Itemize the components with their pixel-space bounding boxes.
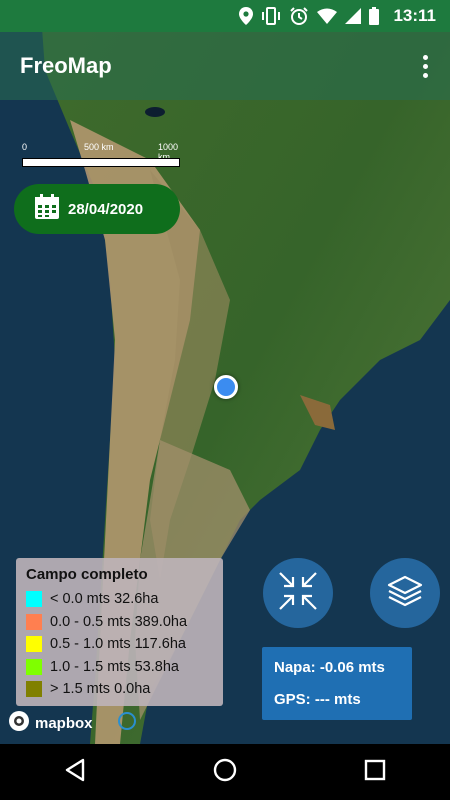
recents-button[interactable] [345,750,405,794]
legend-item-label: 0.5 - 1.0 mts 117.6ha [50,636,186,653]
collapse-arrows-icon [276,569,320,618]
legend-item: 0.5 - 1.0 mts 117.6ha [26,633,213,656]
depth-readout-panel: Napa: -0.06 mts GPS: --- mts [262,647,412,720]
layers-icon [385,573,425,614]
overflow-menu-icon[interactable] [420,54,430,78]
calendar-icon [34,194,60,224]
legend-item: 1.0 - 1.5 mts 53.8ha [26,656,213,679]
legend-swatch [26,681,42,698]
alarm-icon [289,6,309,26]
wifi-icon [317,8,338,24]
legend-item: > 1.5 mts 0.0ha [26,678,213,701]
home-button[interactable] [195,750,255,794]
legend-item: 0.0 - 0.5 mts 389.0ha [26,611,213,634]
legend-item-label: 1.0 - 1.5 mts 53.8ha [50,658,179,675]
scale-bar: 0 500 km 1000 km [22,142,182,172]
legend-title: Campo completo [26,566,148,583]
user-location-marker [214,375,238,399]
legend-swatch [26,636,42,653]
legend-item-label: 0.0 - 0.5 mts 389.0ha [50,613,188,630]
app-bar: FreoMap [0,32,450,100]
status-bar: 13:11 [0,0,450,32]
collapse-button[interactable] [263,558,333,628]
legend-swatch [26,591,42,608]
legend-swatch [26,658,42,675]
scale-label: 500 km [84,142,114,152]
legend-item-label: < 0.0 mts 32.6ha [50,591,159,608]
back-icon [64,758,86,787]
legend-item: < 0.0 mts 32.6ha [26,588,213,611]
signal-icon [345,8,362,24]
mapbox-logo-text: mapbox [35,715,93,732]
mapbox-logo-icon [8,710,30,737]
gps-value: GPS: --- mts [274,691,361,708]
date-button[interactable]: 28/04/2020 [14,184,180,234]
date-label: 28/04/2020 [68,200,144,218]
napa-value: Napa: -0.06 mts [274,659,385,676]
home-icon [213,758,237,787]
mapbox-logo[interactable]: mapbox [8,710,93,737]
legend-panel: Campo completo < 0.0 mts 32.6ha 0.0 - 0.… [16,558,223,706]
app-title: FreoMap [20,53,112,78]
recents-icon [364,759,386,786]
battery-icon [369,7,380,25]
layers-button[interactable] [370,558,440,628]
scale-bar-line [22,158,180,167]
vibrate-icon [261,7,281,25]
attribution-info-icon[interactable] [118,712,136,730]
clock: 13:11 [393,6,436,25]
location-icon [239,7,254,25]
scale-label: 0 [22,142,28,152]
legend-item-label: > 1.5 mts 0.0ha [50,681,151,698]
legend-swatch [26,613,42,630]
back-button[interactable] [45,750,105,794]
navigation-bar [0,744,450,800]
